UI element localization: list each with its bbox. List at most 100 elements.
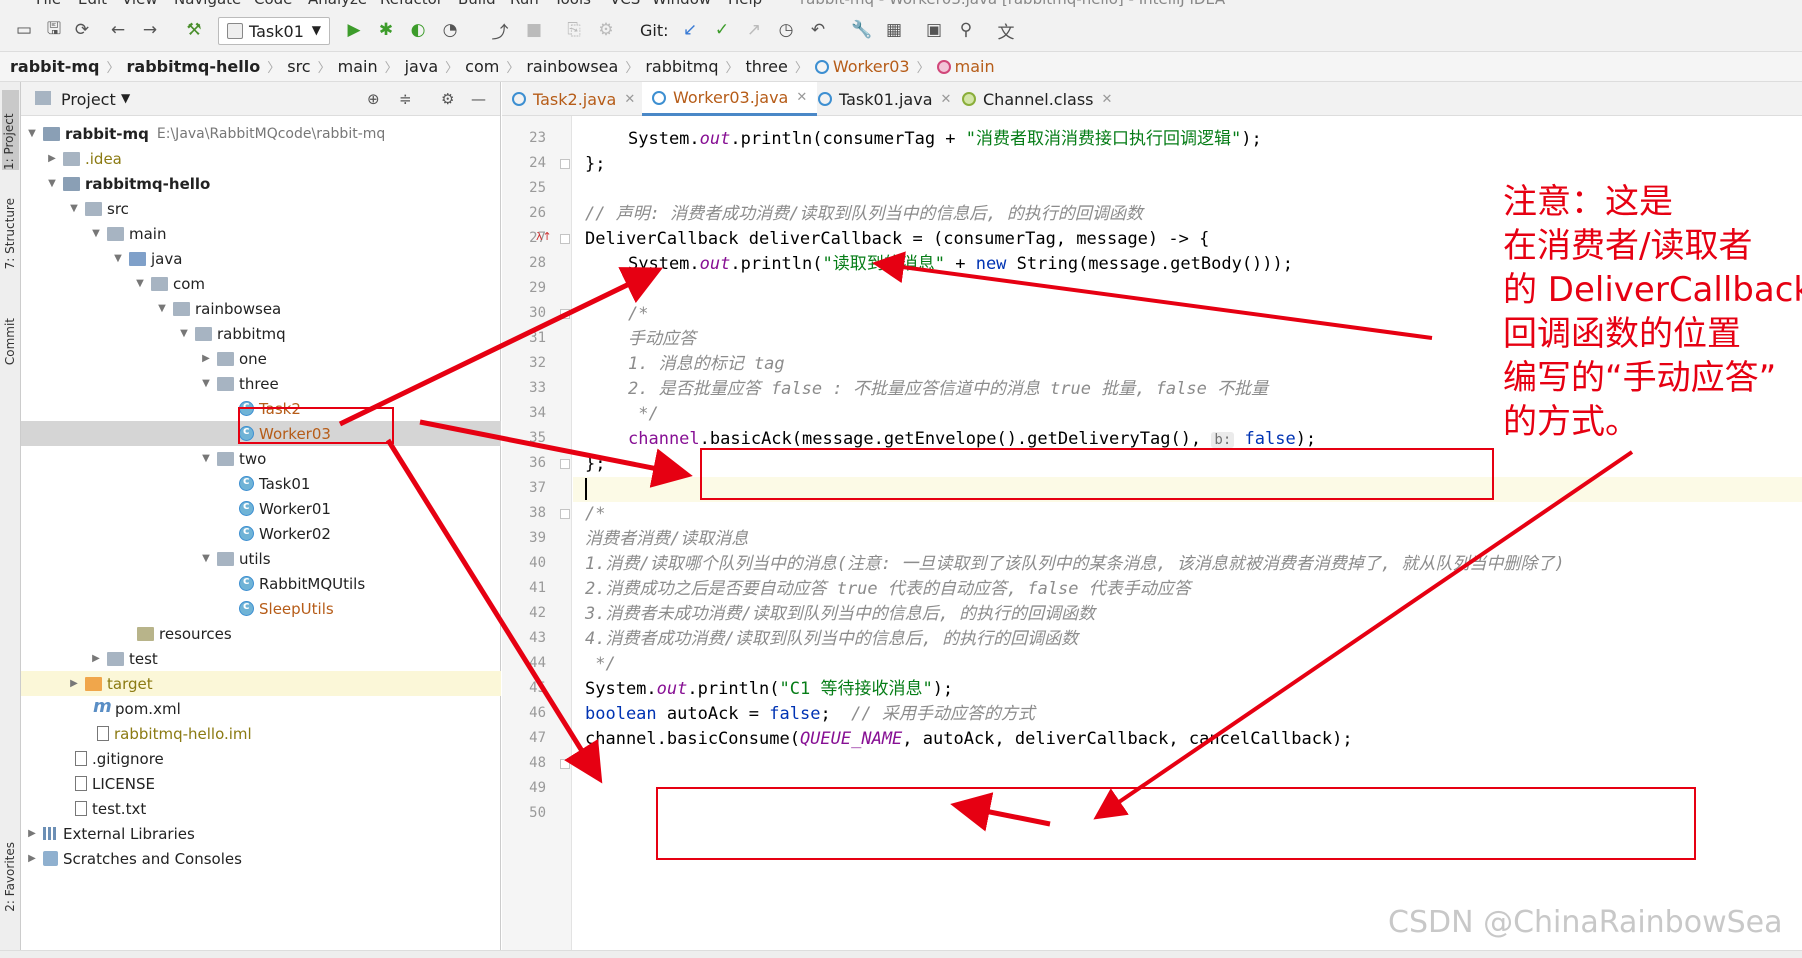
tree-item-scratches[interactable]: ▶ Scratches and Consoles xyxy=(21,846,501,871)
search-icon[interactable]: ⚲ xyxy=(956,20,976,40)
menu-refactor[interactable]: Refactor xyxy=(380,0,443,8)
translate-icon[interactable]: 文 xyxy=(996,20,1016,43)
tab-task2[interactable]: Task2.java ✕ xyxy=(502,82,645,116)
fold-icon[interactable] xyxy=(560,309,570,319)
git-push-icon[interactable]: ↗ xyxy=(744,20,764,40)
run-icon[interactable]: ▶ xyxy=(344,20,364,40)
tree-item-test[interactable]: ▶ test xyxy=(21,646,501,671)
tree-item-idea[interactable]: ▶ .idea xyxy=(21,146,501,171)
tree-item-resources[interactable]: resources xyxy=(21,621,501,646)
menu-help[interactable]: Help xyxy=(728,0,762,8)
coverage-icon[interactable]: ◐ xyxy=(408,20,428,40)
git-commit-icon[interactable]: ✓ xyxy=(712,20,732,40)
update-running-icon[interactable]: ⎘ xyxy=(564,20,584,40)
debug-icon[interactable]: ✱ xyxy=(376,20,396,40)
collapse-all-icon[interactable]: ≑ xyxy=(399,90,412,108)
crumb-com[interactable]: com xyxy=(465,57,499,76)
tree-item-three[interactable]: ▼ three xyxy=(21,371,501,396)
gear-icon[interactable]: ⚙ xyxy=(441,90,454,108)
crumb-rabbitmq[interactable]: rabbitmq xyxy=(645,57,718,76)
tree-item-worker01[interactable]: Worker01 xyxy=(21,496,501,521)
fold-icon[interactable] xyxy=(560,159,570,169)
tab-task01[interactable]: Task01.java ✕ xyxy=(808,82,961,116)
fold-icon[interactable] xyxy=(560,509,570,519)
tab-worker03[interactable]: Worker03.java ✕ xyxy=(642,82,818,116)
tree-item-iml[interactable]: rabbitmq-hello.iml xyxy=(21,721,501,746)
tool-window-structure[interactable]: 7: Structure xyxy=(3,198,17,269)
tree-item-test-txt[interactable]: test.txt xyxy=(21,796,501,821)
tree-item-gitignore[interactable]: .gitignore xyxy=(21,746,501,771)
tree-item-rabbitmq[interactable]: ▼ rabbitmq xyxy=(21,321,501,346)
crumb-main[interactable]: main xyxy=(338,57,378,76)
open-folder-icon[interactable]: ▭ xyxy=(14,20,34,40)
stop-icon[interactable]: ■ xyxy=(524,20,544,40)
tool-window-favorites[interactable]: 2: Favorites xyxy=(3,842,17,912)
crumb-src[interactable]: src xyxy=(287,57,310,76)
tree-item-task01[interactable]: Task01 xyxy=(21,471,501,496)
project-panel-title[interactable]: Project xyxy=(61,90,116,109)
fold-icon[interactable] xyxy=(560,234,570,244)
tree-item-external-libraries[interactable]: ▶ External Libraries xyxy=(21,821,501,846)
forward-icon[interactable]: → xyxy=(140,20,160,40)
back-icon[interactable]: ← xyxy=(108,20,128,40)
close-icon[interactable]: ✕ xyxy=(624,92,635,107)
close-icon[interactable]: ✕ xyxy=(796,90,807,105)
git-rollback-icon[interactable]: ↶ xyxy=(808,20,828,40)
sync-icon[interactable]: ⟳ xyxy=(72,20,92,40)
tree-item-com[interactable]: ▼ com xyxy=(21,271,501,296)
git-history-icon[interactable]: ◷ xyxy=(776,20,796,40)
implements-marker-icon[interactable]: λ↑ xyxy=(536,230,552,243)
tree-item-two[interactable]: ▼ two xyxy=(21,446,501,471)
project-structure-icon[interactable]: ▦ xyxy=(884,20,904,40)
tool-window-commit[interactable]: Commit xyxy=(3,318,17,365)
tree-item-worker02[interactable]: Worker02 xyxy=(21,521,501,546)
menu-file[interactable]: File xyxy=(36,0,61,8)
debug-settings-icon[interactable]: ⚙ xyxy=(596,20,616,40)
crumb-module[interactable]: rabbitmq-hello xyxy=(127,57,261,76)
attach-debugger-icon[interactable]: ⤴ xyxy=(490,20,510,43)
crumb-three[interactable]: three xyxy=(746,57,788,76)
crumb-rainbowsea[interactable]: rainbowsea xyxy=(526,57,618,76)
build-hammer-icon[interactable]: ⚒ xyxy=(184,20,204,40)
chevron-down-icon[interactable]: ▼ xyxy=(121,91,130,105)
fold-icon[interactable] xyxy=(560,459,570,469)
crumb-worker03[interactable]: Worker03 xyxy=(833,57,910,76)
close-icon[interactable]: ✕ xyxy=(941,92,952,107)
tree-item-src[interactable]: ▼ src xyxy=(21,196,501,221)
tool-window-project[interactable]: 1: Project xyxy=(2,90,19,170)
tree-item-utils[interactable]: ▼ utils xyxy=(21,546,501,571)
tree-item-pom-xml[interactable]: pom.xml xyxy=(21,696,501,721)
tree-item-rabbitmqutils[interactable]: RabbitMQUtils xyxy=(21,571,501,596)
save-icon[interactable]: 🖫 xyxy=(44,19,64,40)
menu-run[interactable]: Run xyxy=(510,0,539,8)
settings-wrench-icon[interactable]: 🔧 xyxy=(851,20,872,40)
tree-item-target[interactable]: ▶ target xyxy=(21,671,501,696)
profile-icon[interactable]: ◔ xyxy=(440,20,460,40)
minimize-icon[interactable]: — xyxy=(471,90,486,108)
close-icon[interactable]: ✕ xyxy=(1102,92,1113,107)
tree-item-main[interactable]: ▼ main xyxy=(21,221,501,246)
menu-build[interactable]: Build xyxy=(458,0,496,8)
tree-item-one[interactable]: ▶ one xyxy=(21,346,501,371)
menu-view[interactable]: View xyxy=(122,0,158,8)
crumb-project[interactable]: rabbit-mq xyxy=(10,57,100,76)
tab-channel-class[interactable]: Channel.class ✕ xyxy=(952,82,1122,116)
frame-icon[interactable]: ▣ xyxy=(924,20,944,40)
tree-item-java[interactable]: ▼ java xyxy=(21,246,501,271)
menu-vcs[interactable]: VCS xyxy=(610,0,640,8)
tree-item-license[interactable]: LICENSE xyxy=(21,771,501,796)
menu-code[interactable]: Code xyxy=(254,0,292,8)
menu-analyze[interactable]: Analyze xyxy=(308,0,367,8)
tree-item-rainbowsea[interactable]: ▼ rainbowsea xyxy=(21,296,501,321)
menu-tools[interactable]: Tools xyxy=(554,0,591,8)
run-config-select[interactable]: Task01 ▼ xyxy=(218,17,330,45)
crumb-main-method[interactable]: main xyxy=(955,57,995,76)
locate-icon[interactable]: ⊕ xyxy=(367,90,380,108)
crumb-java[interactable]: java xyxy=(405,57,439,76)
tree-item-rabbit-mq[interactable]: ▼ rabbit-mq E:\Java\RabbitMQcode\rabbit-mq xyxy=(21,121,501,146)
menu-edit[interactable]: Edit xyxy=(78,0,107,8)
menu-window[interactable]: Window xyxy=(652,0,711,8)
tree-item-rabbitmq-hello[interactable]: ▼ rabbitmq-hello xyxy=(21,171,501,196)
menu-navigate[interactable]: Navigate xyxy=(174,0,241,8)
tree-item-sleeputils[interactable]: SleepUtils xyxy=(21,596,501,621)
